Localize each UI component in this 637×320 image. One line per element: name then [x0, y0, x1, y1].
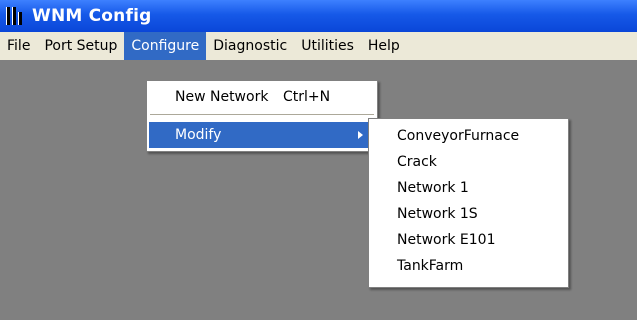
modify-submenu: ConveyorFurnace Crack Network 1 Network … — [368, 118, 569, 288]
modify-label: Modify — [175, 127, 222, 143]
new-network-shortcut: Ctrl+N — [283, 89, 331, 105]
menu-separator — [150, 114, 374, 115]
app-icon[interactable] — [6, 7, 26, 25]
submenu-item[interactable]: Crack — [371, 149, 566, 175]
menu-port-setup[interactable]: Port Setup — [37, 32, 124, 60]
menu-utilities[interactable]: Utilities — [294, 32, 361, 60]
submenu-item[interactable]: TankFarm — [371, 253, 566, 279]
submenu-item[interactable]: ConveyorFurnace — [371, 123, 566, 149]
window-title: WNM Config — [32, 6, 152, 26]
menu-file[interactable]: File — [0, 32, 37, 60]
menu-help[interactable]: Help — [361, 32, 407, 60]
menu-item-new-network[interactable]: New Network Ctrl+N — [149, 84, 375, 110]
menu-configure[interactable]: Configure — [124, 32, 207, 60]
menu-diagnostic[interactable]: Diagnostic — [206, 32, 294, 60]
menu-item-modify[interactable]: Modify — [149, 122, 375, 148]
menu-bar: File Port Setup Configure Diagnostic Uti… — [0, 32, 637, 60]
submenu-item[interactable]: Network 1 — [371, 175, 566, 201]
configure-dropdown: New Network Ctrl+N Modify — [146, 80, 378, 152]
new-network-label: New Network — [175, 89, 269, 105]
title-bar: WNM Config — [0, 0, 637, 32]
submenu-item[interactable]: Network 1S — [371, 201, 566, 227]
submenu-item[interactable]: Network E101 — [371, 227, 566, 253]
submenu-arrow-icon — [358, 131, 363, 139]
